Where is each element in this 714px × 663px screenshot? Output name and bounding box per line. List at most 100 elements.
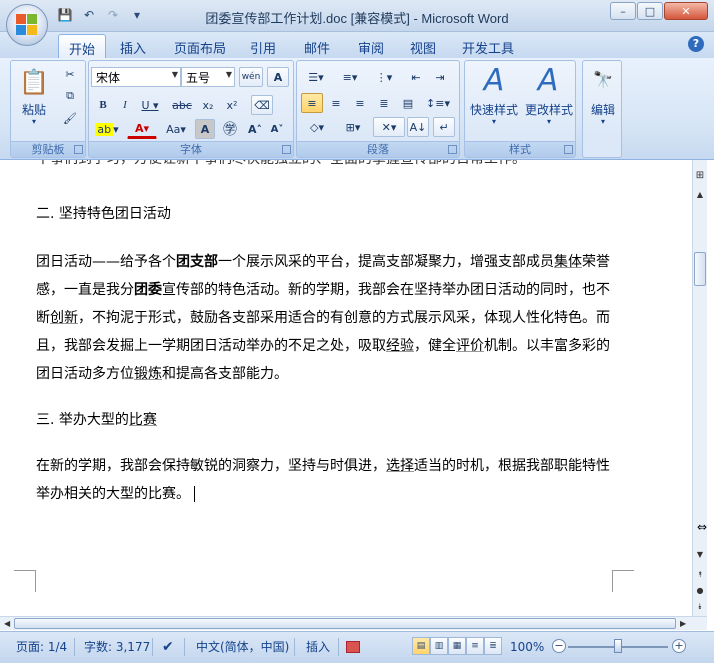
document-area[interactable]: 干事们到学习，方便让新干事们尽快能独立的、全面的掌握宣传部的日常工作。 二. 坚… <box>0 160 692 616</box>
highlight-color-button[interactable]: ab ▾ <box>91 119 123 139</box>
subscript-button[interactable]: x₂ <box>197 95 219 115</box>
justify-button[interactable]: ≣ <box>373 93 395 113</box>
close-button[interactable]: ✕ <box>664 2 708 20</box>
font-size-dropdown-icon[interactable]: ▼ <box>226 70 232 79</box>
italic-button[interactable]: I <box>115 95 135 115</box>
cut-icon[interactable]: ✂ <box>61 65 79 83</box>
character-shading-button[interactable]: A <box>195 119 215 139</box>
superscript-button[interactable]: x² <box>221 95 243 115</box>
page-indicator[interactable]: 页面: 1/4 <box>16 638 67 656</box>
change-styles-label[interactable]: 更改样式 <box>521 101 577 118</box>
horizontal-scrollbar[interactable]: ◀ ▶ <box>0 616 707 630</box>
zoom-level[interactable]: 100% <box>510 638 544 656</box>
align-right-button[interactable]: ≡ <box>349 93 371 113</box>
font-launcher-icon[interactable] <box>282 145 291 154</box>
paste-icon[interactable]: 📋 <box>17 65 51 99</box>
quick-styles-icon[interactable]: A <box>477 63 511 98</box>
align-center-button[interactable]: ≡ <box>325 93 347 113</box>
line-spacing-button[interactable]: ↕≡▾ <box>423 93 453 113</box>
decrease-indent-button[interactable]: ⇤ <box>405 67 427 87</box>
scroll-left-icon[interactable]: ◀ <box>4 617 10 631</box>
tab-insert[interactable]: 插入 <box>110 34 156 58</box>
clipboard-launcher-icon[interactable] <box>74 145 83 154</box>
outline-view-icon[interactable]: ≡ <box>466 637 484 655</box>
paste-dropdown-icon[interactable]: ▾ <box>17 117 51 126</box>
horizontal-scroll-thumb[interactable] <box>14 618 676 629</box>
show-marks-button[interactable]: ↵ <box>433 117 455 137</box>
tab-view[interactable]: 视图 <box>400 34 446 58</box>
zoom-slider-thumb[interactable] <box>614 639 622 653</box>
quick-styles-label[interactable]: 快速样式 <box>467 101 521 118</box>
bold-button[interactable]: B <box>93 95 113 115</box>
full-screen-reading-icon[interactable]: ▥ <box>430 637 448 655</box>
window-controls: – □ ✕ <box>610 2 708 20</box>
font-size-combo[interactable]: 五号 ▼ <box>181 67 235 87</box>
scroll-up-icon[interactable]: ▲ <box>693 188 707 202</box>
zoom-in-icon[interactable]: + <box>672 639 686 653</box>
underline-button[interactable]: U ▾ <box>137 95 163 115</box>
distributed-button[interactable]: ▤ <box>397 93 419 113</box>
insert-mode[interactable]: 插入 <box>306 638 330 656</box>
grow-font-button[interactable]: A˄ <box>245 119 265 139</box>
scroll-right-icon[interactable]: ▶ <box>680 617 686 631</box>
quick-styles-dropdown-icon[interactable]: ▾ <box>467 117 521 126</box>
text-cursor <box>194 486 195 502</box>
macro-record-icon[interactable] <box>346 641 360 653</box>
zoom-out-icon[interactable]: − <box>552 639 566 653</box>
change-styles-icon[interactable]: A <box>531 63 565 98</box>
tab-home[interactable]: 开始 <box>58 34 107 58</box>
paragraph-launcher-icon[interactable] <box>448 145 457 154</box>
sort-button[interactable]: A↓ <box>407 117 429 137</box>
word-count[interactable]: 字数: 3,177 <box>84 638 150 656</box>
vertical-scroll-thumb[interactable] <box>694 252 706 286</box>
clear-formatting-icon[interactable]: ⌫ <box>251 95 273 115</box>
select-browse-object-icon[interactable]: ● <box>693 584 707 598</box>
copy-icon[interactable]: ⧉ <box>61 87 79 105</box>
binoculars-icon[interactable]: 🔭 <box>589 65 617 93</box>
multilevel-list-button[interactable]: ⋮▾ <box>369 67 399 87</box>
character-border-button[interactable]: A <box>267 67 289 87</box>
web-layout-icon[interactable]: ▦ <box>448 637 466 655</box>
bullets-button[interactable]: ☰▾ <box>301 67 331 87</box>
scroll-down-icon[interactable]: ▼ <box>693 548 707 562</box>
paragraph-2: 在新的学期，我部会保持敏锐的洞察力，坚持与时俱进，选择适当的时机，根据我部职能特… <box>36 458 610 502</box>
shrink-font-button[interactable]: A˅ <box>267 119 287 139</box>
font-name-dropdown-icon[interactable]: ▼ <box>172 70 178 79</box>
font-name-combo[interactable]: 宋体 ▼ <box>91 67 181 87</box>
ruler-toggle-icon[interactable]: ⊞ <box>693 170 707 184</box>
minimize-button[interactable]: – <box>610 2 636 20</box>
numbering-button[interactable]: ≡▾ <box>335 67 365 87</box>
proofing-icon[interactable]: ✔ <box>162 638 174 656</box>
previous-page-icon[interactable]: ⯭ <box>693 568 707 582</box>
tab-mailings[interactable]: 邮件 <box>294 34 340 58</box>
editing-label[interactable]: 编辑 <box>583 101 623 118</box>
change-styles-dropdown-icon[interactable]: ▾ <box>521 117 577 126</box>
next-page-icon[interactable]: ⯯ <box>693 600 707 614</box>
phonetic-guide-button[interactable]: wén <box>239 67 263 87</box>
change-case-button[interactable]: Aa▾ <box>161 119 191 139</box>
enclose-characters-button[interactable]: ㊫ <box>219 119 241 139</box>
maximize-button[interactable]: □ <box>637 2 663 20</box>
editing-dropdown-icon[interactable]: ▾ <box>583 117 623 126</box>
paste-label[interactable]: 粘贴 <box>17 101 51 118</box>
font-color-button[interactable]: A▾ <box>127 119 157 139</box>
styles-launcher-icon[interactable] <box>564 145 573 154</box>
borders-button[interactable]: ⊞▾ <box>337 117 369 137</box>
print-layout-view-icon[interactable]: ▤ <box>412 637 430 655</box>
increase-indent-button[interactable]: ⇥ <box>429 67 451 87</box>
chinese-layout-button[interactable]: ✕▾ <box>373 117 405 137</box>
tab-page-layout[interactable]: 页面布局 <box>164 34 236 58</box>
language-indicator[interactable]: 中文(简体，中国) <box>196 638 289 656</box>
help-icon[interactable]: ? <box>688 36 704 52</box>
vertical-scrollbar[interactable]: ⊞ ▲ ▼ ⯭ ● ⯯ <box>692 160 707 616</box>
tab-references[interactable]: 引用 <box>240 34 286 58</box>
strikethrough-button[interactable]: abc <box>169 95 195 115</box>
shading-button[interactable]: ◇▾ <box>301 117 333 137</box>
office-button[interactable] <box>6 4 48 46</box>
tab-review[interactable]: 审阅 <box>348 34 394 58</box>
tab-developer[interactable]: 开发工具 <box>452 34 524 58</box>
draft-view-icon[interactable]: ≣ <box>484 637 502 655</box>
align-left-button[interactable]: ≡ <box>301 93 323 113</box>
format-painter-icon[interactable]: 🖌 <box>61 109 79 127</box>
heading-2: 二. 坚持特色团日活动 <box>36 206 171 222</box>
